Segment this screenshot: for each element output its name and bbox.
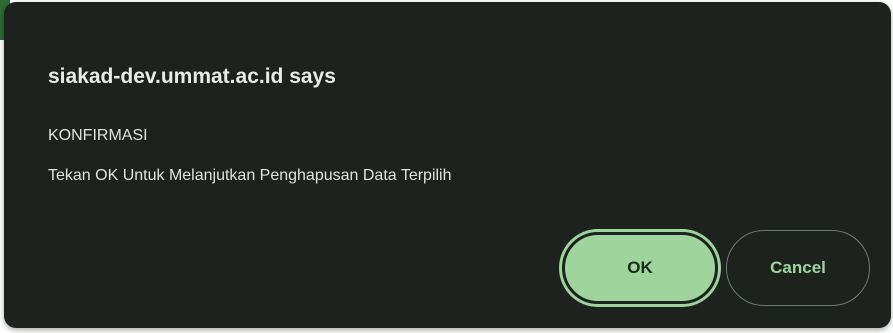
ok-button[interactable]: OK: [562, 232, 718, 304]
cancel-button[interactable]: Cancel: [726, 230, 870, 306]
dialog-message-heading: KONFIRMASI: [48, 127, 148, 144]
alert-dialog: siakad-dev.ummat.ac.id says KONFIRMASI T…: [4, 2, 891, 328]
dialog-message-body: Tekan OK Untuk Melanjutkan Penghapusan D…: [48, 167, 452, 184]
dialog-title: siakad-dev.ummat.ac.id says: [48, 65, 336, 88]
